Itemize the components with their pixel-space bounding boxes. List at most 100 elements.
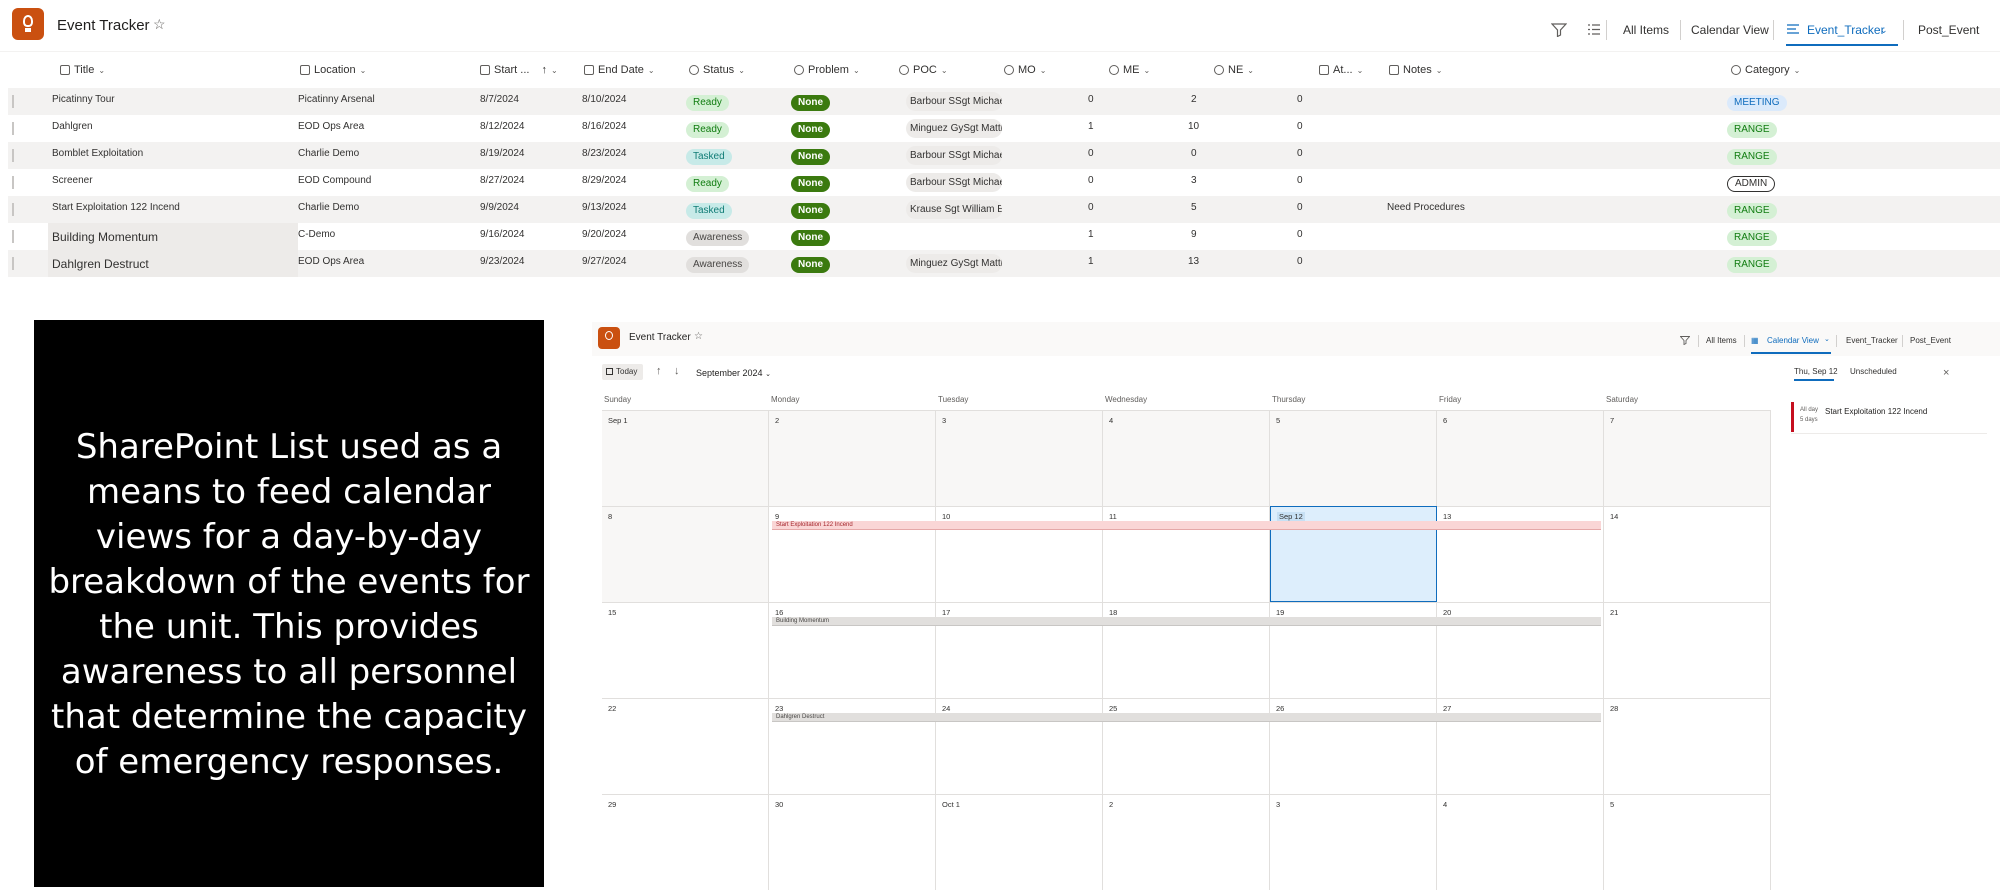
calendar-event-bar[interactable]: Building Momentum	[772, 617, 1601, 626]
day-event-item[interactable]: All day 5 days Start Exploitation 122 In…	[1791, 400, 1987, 434]
calendar-event-bar[interactable]: Start Exploitation 122 Incend	[772, 521, 1601, 530]
today-button[interactable]: Today	[602, 364, 643, 380]
calendar-day-cell[interactable]: 28	[1604, 698, 1771, 794]
app-logo-icon[interactable]	[12, 8, 44, 40]
table-row[interactable]: Dahlgren Destruct EOD Ops Area 9/23/2024 9/…	[8, 250, 2000, 277]
chevron-down-icon[interactable]: ⌄	[1880, 25, 1888, 36]
calendar-day-cell[interactable]: 2	[1103, 794, 1270, 890]
calendar-day-cell[interactable]: 4	[1103, 410, 1270, 506]
cell-mo: 0	[1088, 202, 1094, 213]
calendar-day-cell[interactable]: Oct 1	[936, 794, 1103, 890]
calendar-day-cell[interactable]: Sep 1	[602, 410, 769, 506]
view-all-items[interactable]: All Items	[1623, 23, 1669, 37]
row-select-handle[interactable]	[12, 95, 14, 108]
cell-title[interactable]: Dahlgren Destruct	[52, 257, 149, 271]
favorite-star-icon[interactable]: ☆	[153, 16, 166, 33]
calendar-event-bar[interactable]: Dahlgren Destruct	[772, 713, 1601, 722]
close-icon[interactable]: ×	[1943, 367, 1949, 379]
calendar-day-cell[interactable]: 3	[1270, 794, 1437, 890]
calendar-day-cell[interactable]: 4	[1437, 794, 1604, 890]
row-select-handle[interactable]	[12, 122, 14, 135]
table-row[interactable]: Building Momentum C-Demo 9/16/2024 9/20/202…	[8, 223, 2000, 250]
row-select-handle[interactable]	[12, 203, 14, 216]
calendar-day-cell[interactable]: 5	[1604, 794, 1771, 890]
tab-unscheduled[interactable]: Unscheduled	[1850, 367, 1897, 376]
row-select-handle[interactable]	[12, 230, 14, 243]
tab-selected-day[interactable]: Thu, Sep 12	[1794, 367, 1838, 376]
col-mo[interactable]: MO ⌄	[1004, 64, 1046, 76]
favorite-star-icon[interactable]: ☆	[694, 331, 703, 342]
calendar-day-cell[interactable]: 5	[1270, 410, 1437, 506]
col-attachments[interactable]: At... ⌄	[1319, 64, 1363, 76]
table-row[interactable]: Picatinny Tour Picatinny Arsenal 8/7/2024 8…	[8, 88, 2000, 115]
view-post-event[interactable]: Post_Event	[1910, 336, 1951, 345]
cell-title[interactable]: Screener	[52, 175, 93, 186]
col-notes[interactable]: Notes ⌄	[1389, 64, 1442, 76]
chevron-down-icon[interactable]: ⌄	[1824, 335, 1830, 343]
day-number: 16	[775, 608, 784, 617]
col-end[interactable]: End Date ⌄	[584, 64, 655, 76]
day-number: 4	[1109, 416, 1114, 425]
cell-title[interactable]: Picatinny Tour	[52, 94, 115, 105]
view-calendar[interactable]: Calendar View	[1767, 336, 1819, 345]
cell-title[interactable]: Bomblet Exploitation	[52, 148, 143, 159]
cell-me: 3	[1191, 175, 1197, 186]
calendar-day-cell[interactable]: 21	[1604, 602, 1771, 698]
calendar-day-cell[interactable]: 2	[769, 410, 936, 506]
col-category[interactable]: Category ⌄	[1731, 64, 1800, 76]
cell-title[interactable]: Start Exploitation 122 Incend	[52, 202, 180, 213]
calendar-day-cell[interactable]: 6	[1437, 410, 1604, 506]
calendar-day-cell[interactable]: 8	[602, 506, 769, 602]
calendar-day-cell[interactable]: 3	[936, 410, 1103, 506]
view-event-tracker[interactable]: Event_Tracker	[1846, 336, 1898, 345]
cell-title[interactable]: Building Momentum	[52, 230, 158, 244]
col-problem[interactable]: Problem ⌄	[794, 64, 860, 76]
view-options-icon[interactable]	[1587, 23, 1601, 36]
cell-title[interactable]: Dahlgren	[52, 121, 93, 132]
row-select-handle[interactable]	[12, 149, 14, 162]
calendar-day-cell[interactable]: 22	[602, 698, 769, 794]
filter-icon[interactable]	[1680, 336, 1690, 345]
app-logo-icon[interactable]	[598, 327, 620, 349]
table-row[interactable]: Start Exploitation 122 Incend Charlie Dem…	[8, 196, 2000, 223]
calendar-day-cell[interactable]: 7	[1604, 410, 1771, 506]
col-me[interactable]: ME ⌄	[1109, 64, 1150, 76]
poc-person-chip[interactable]: Krause Sgt William E	[906, 200, 1002, 219]
cell-me: 0	[1191, 148, 1197, 159]
calendar-day-cell[interactable]: 30	[769, 794, 936, 890]
month-picker[interactable]: September 2024 ⌄	[696, 368, 771, 378]
col-title[interactable]: Title ⌄	[60, 64, 105, 76]
cell-notes: Need Procedures	[1387, 202, 1465, 213]
calendar-day-cell[interactable]: 14	[1604, 506, 1771, 602]
view-calendar[interactable]: Calendar View	[1691, 23, 1769, 37]
previous-month-icon[interactable]: ↑	[656, 365, 662, 377]
poc-person-chip[interactable]: Barbour SSgt Michael	[906, 92, 1002, 111]
poc-person-chip[interactable]: Barbour SSgt Michael	[906, 146, 1002, 165]
poc-person-chip[interactable]: Minguez GySgt Matth	[906, 254, 1002, 273]
row-select-handle[interactable]	[12, 176, 14, 189]
calendar-header: Event Tracker ☆ All Items ▦ Calendar Vie…	[592, 322, 2000, 356]
col-category-label: Category	[1745, 64, 1790, 76]
col-ne[interactable]: NE ⌄	[1214, 64, 1254, 76]
next-month-icon[interactable]: ↓	[674, 365, 680, 377]
chevron-down-icon: ⌄	[1143, 65, 1151, 75]
filter-icon[interactable]	[1551, 23, 1567, 37]
table-row[interactable]: Dahlgren EOD Ops Area 8/12/2024 8/16/2024 Re…	[8, 115, 2000, 142]
col-location[interactable]: Location ⌄	[300, 64, 366, 76]
day-number: 15	[608, 608, 617, 617]
view-all-items[interactable]: All Items	[1706, 336, 1737, 345]
calendar-day-cell[interactable]: 15	[602, 602, 769, 698]
cell-start-date: 8/27/2024	[480, 175, 525, 186]
row-select-handle[interactable]	[12, 257, 14, 270]
poc-person-chip[interactable]: Minguez GySgt Matth	[906, 119, 1002, 138]
divider	[1680, 20, 1681, 40]
col-start[interactable]: Start ... ↑ ⌄	[480, 64, 558, 76]
table-row[interactable]: Bomblet Exploitation Charlie Demo 8/19/202…	[8, 142, 2000, 169]
col-poc[interactable]: POC ⌄	[899, 64, 948, 76]
table-row[interactable]: Screener EOD Compound 8/27/2024 8/29/2024 Re…	[8, 169, 2000, 196]
view-event-tracker[interactable]: Event_Tracker	[1807, 23, 1885, 37]
view-post-event[interactable]: Post_Event	[1918, 23, 1979, 37]
calendar-day-cell[interactable]: 29	[602, 794, 769, 890]
poc-person-chip[interactable]: Barbour SSgt Michael	[906, 173, 1002, 192]
col-status[interactable]: Status ⌄	[689, 64, 745, 76]
